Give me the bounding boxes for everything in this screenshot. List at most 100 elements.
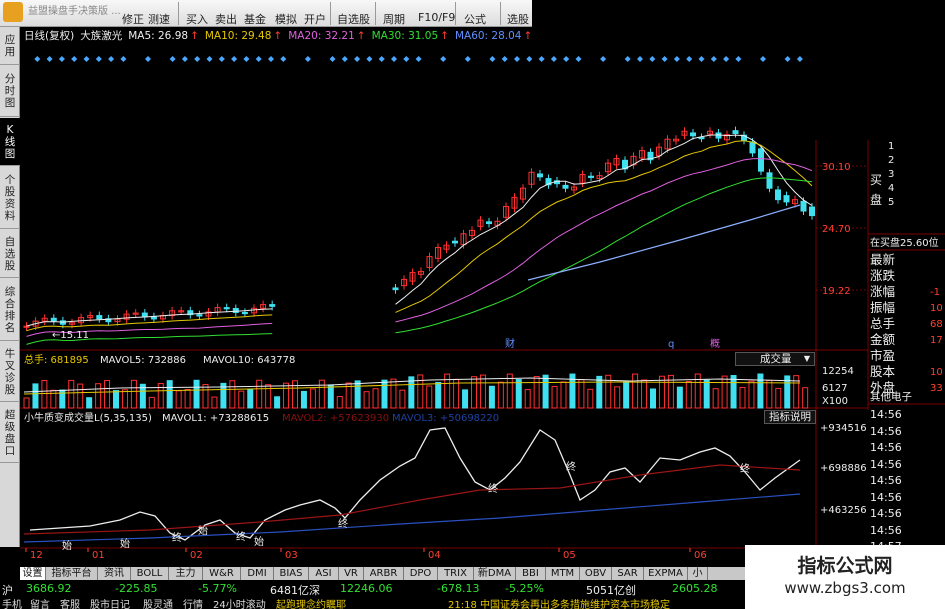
- news-item[interactable]: 留言: [30, 596, 50, 609]
- volume-bar: [596, 375, 603, 409]
- indicator-tab[interactable]: 设置: [20, 567, 46, 580]
- period-label[interactable]: 日线(复权): [24, 30, 74, 42]
- candle-body: [150, 316, 157, 320]
- q-marker[interactable]: q: [668, 339, 674, 350]
- volume-bar: [426, 385, 433, 409]
- indicator-tab[interactable]: W&R: [203, 567, 241, 580]
- toolbar-button[interactable]: 卖出: [215, 11, 237, 27]
- news-item[interactable]: 手机: [2, 596, 22, 609]
- toolbar-button[interactable]: 买入: [186, 11, 208, 27]
- left-tab[interactable]: 自选股: [0, 230, 20, 278]
- signal-diamond: [280, 56, 287, 62]
- news-item[interactable]: 客服: [60, 596, 80, 609]
- price-tick-label: 24.70: [822, 224, 851, 235]
- left-tab[interactable]: K线图: [0, 118, 20, 166]
- indicator-tab[interactable]: BBI: [516, 567, 546, 580]
- candle-body: [698, 137, 705, 140]
- indicator-tab[interactable]: 小: [688, 567, 708, 580]
- news-item[interactable]: 24小时滚动: [213, 596, 266, 609]
- signal-diamond: [415, 56, 422, 62]
- left-tab[interactable]: 分时图: [0, 66, 20, 117]
- signal-diamond: [698, 56, 705, 62]
- indicator-tab[interactable]: ASI: [309, 567, 339, 580]
- watermark-title: 指标公式网: [797, 555, 893, 577]
- signal-diamond: [796, 56, 803, 62]
- indicator-tab[interactable]: EXPMA: [644, 567, 688, 580]
- indicator-tick-label: +934516: [820, 423, 867, 434]
- indicator-name[interactable]: 小牛质变成交量L(5,35,135): [24, 411, 152, 424]
- candle-body: [562, 184, 569, 189]
- volume-bar: [309, 388, 316, 409]
- news-item[interactable]: 股灵通: [143, 596, 173, 609]
- candle-body: [783, 195, 790, 203]
- candle-body: [241, 311, 248, 315]
- news-item[interactable]: 起跑理念约瞩耶: [276, 596, 346, 609]
- signal-diamond: [268, 56, 274, 62]
- signal-diamond: [206, 56, 213, 62]
- volume-bar: [685, 380, 692, 409]
- candle-body: [537, 173, 543, 178]
- toolbar-button[interactable]: 自选股: [337, 11, 370, 27]
- indicator-tab[interactable]: OBV: [580, 567, 612, 580]
- indicator-tab[interactable]: MTM: [546, 567, 580, 580]
- quote-panel: 买盘 1 2 3 4 5 在买盘25.60位 最新 涨跌 涨幅 -1 振幅 10 总手 68 金额 17 市盈 股本…: [868, 140, 945, 410]
- signal-diamond: [760, 56, 766, 62]
- indicator-tab[interactable]: TRIX: [438, 567, 474, 580]
- indicator-tab[interactable]: ARBR: [364, 567, 404, 580]
- volume-bar: [632, 373, 639, 409]
- left-tab[interactable]: 超级盘口: [0, 403, 20, 463]
- news-item[interactable]: 股市日记: [90, 596, 130, 609]
- order-level: 3: [888, 169, 895, 180]
- indicator-tab[interactable]: DPO: [404, 567, 438, 580]
- left-vertical-tabs: 应用 分时图 K线图 个股资料 自选股 综合排名 牛叉诊股 超级盘口: [0, 27, 20, 547]
- signal-diamond: [526, 56, 533, 62]
- toolbar-button[interactable]: 周期: [383, 11, 405, 27]
- mavol3-label: MAVOL3: +50698220: [392, 413, 499, 424]
- indicator-tab[interactable]: SAR: [612, 567, 644, 580]
- indicator-tab[interactable]: VR: [339, 567, 364, 580]
- indicator-tab[interactable]: 新DMA: [474, 567, 516, 580]
- toolbar-button[interactable]: F10/F9: [418, 11, 455, 24]
- indicator-tab[interactable]: 主力: [169, 567, 203, 580]
- ticker-item: -225.85: [115, 582, 158, 595]
- toolbar-button[interactable]: 开户: [304, 11, 326, 27]
- volume-bar: [247, 388, 254, 409]
- toolbar-button[interactable]: 公式: [464, 11, 486, 27]
- ticker-item: -5.77%: [198, 582, 237, 595]
- indicator-tick-label: +463256: [820, 505, 867, 516]
- signal-diamond: [243, 56, 250, 62]
- order-level: 4: [888, 183, 895, 194]
- concept-marker[interactable]: 概: [710, 337, 720, 350]
- left-tab[interactable]: 综合排名: [0, 279, 20, 341]
- indicator-tab[interactable]: DMI: [241, 567, 274, 580]
- toolbar-button[interactable]: 测速: [148, 11, 170, 27]
- signal-diamond: [378, 56, 385, 62]
- news-item[interactable]: 21:18 中国证券会再出多条措施维护资本市场稳定: [448, 596, 670, 609]
- trade-time: 14:56: [870, 474, 902, 487]
- toolbar-button[interactable]: 选股: [507, 11, 529, 27]
- indicator-tab[interactable]: BIAS: [274, 567, 309, 580]
- indicator-tab[interactable]: BOLL: [131, 567, 169, 580]
- indicator-tab[interactable]: 指标平台: [46, 567, 98, 580]
- quote-field-label: 振幅: [870, 300, 896, 315]
- candlesticks: [23, 126, 815, 331]
- indicator-tab[interactable]: 资讯: [98, 567, 131, 580]
- volume-bar: [381, 379, 388, 409]
- volume-bar: [462, 389, 469, 409]
- x-tick-label: 06: [694, 550, 707, 561]
- candle-body: [452, 240, 458, 244]
- volume-indicator-dropdown[interactable]: 成交量 ▼: [735, 352, 815, 366]
- left-tab[interactable]: 牛叉诊股: [0, 342, 20, 402]
- toolbar-button[interactable]: 修正: [122, 11, 144, 27]
- indicator-help-button[interactable]: 指标说明: [764, 410, 816, 424]
- price-tick-label: 30.10: [822, 162, 851, 173]
- app-logo-icon: [3, 2, 23, 22]
- quote-field-label: 涨跌: [870, 268, 896, 283]
- left-tab[interactable]: 个股资料: [0, 167, 20, 229]
- left-tab[interactable]: 应用: [0, 28, 20, 65]
- toolbar-button[interactable]: 模拟: [275, 11, 297, 27]
- volume-bar: [551, 386, 558, 409]
- news-item[interactable]: 行情: [183, 596, 203, 609]
- finance-marker[interactable]: 财: [505, 337, 515, 350]
- toolbar-button[interactable]: 基金: [244, 11, 266, 27]
